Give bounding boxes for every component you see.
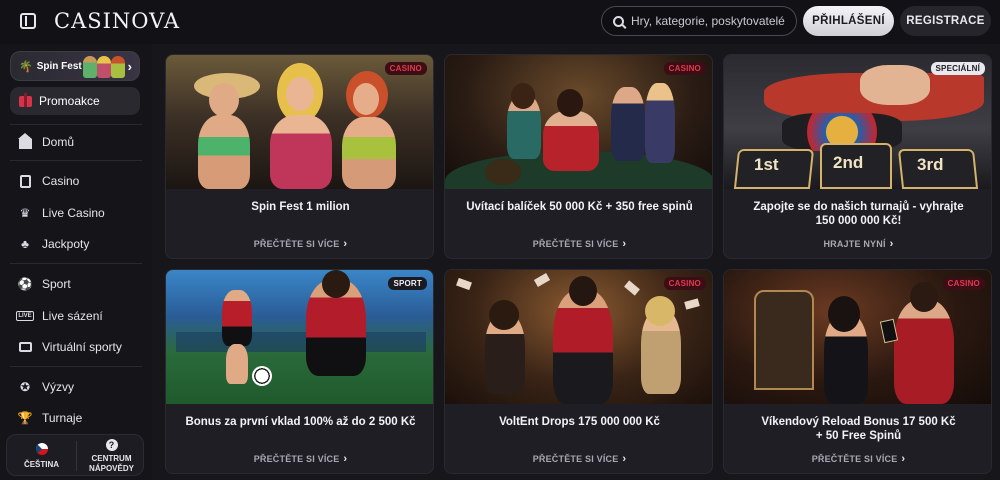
sidebar-item-label: Jackpoty: [42, 237, 90, 251]
promo-title: VoltEnt Drops 175 000 000 Kč: [499, 416, 660, 428]
podium-label: 1st: [754, 155, 779, 174]
register-button[interactable]: REGISTRACE: [900, 6, 991, 36]
sidebar-item-live-casino[interactable]: ♛ Live Casino: [18, 204, 105, 222]
sidebar-item-casino[interactable]: Casino: [18, 172, 79, 190]
banner-characters-image: [81, 54, 127, 78]
sidebar-item-home[interactable]: Domů: [17, 132, 75, 151]
live-icon: LIVE: [16, 311, 34, 321]
read-more-link[interactable]: PŘEČTĚTE SI VÍCE ›: [166, 453, 433, 465]
read-more-link[interactable]: PŘEČTĚTE SI VÍCE ›: [724, 453, 991, 465]
promo-image: [166, 55, 433, 189]
chevron-right-icon: ›: [889, 238, 894, 250]
podium-label: 2nd: [833, 153, 864, 172]
logo[interactable]: CASINOVA: [54, 9, 180, 33]
home-icon: [17, 132, 32, 149]
gift-icon: [19, 92, 32, 107]
divider: [10, 366, 142, 367]
read-more-link[interactable]: PŘEČTĚTE SI VÍCE ›: [445, 453, 712, 465]
category-badge: CASINO: [384, 62, 427, 75]
banner-label: Spin Fest: [36, 60, 82, 72]
sidebar-item-jackpots[interactable]: ♣ Jackpoty: [18, 235, 89, 253]
sidebar-item-tournaments[interactable]: 🏆 Turnaje: [17, 409, 83, 427]
football-icon: ⚽: [17, 277, 33, 291]
slot-icon: [18, 174, 32, 188]
sidebar-item-label: Virtuální sporty: [42, 340, 122, 354]
sidebar-item-label: Výzvy: [42, 380, 75, 394]
promo-title: Zapojte se do našich turnajů - vyhrajte 1…: [753, 201, 964, 227]
sidebar-item-challenges[interactable]: ✪ Výzvy: [18, 378, 74, 396]
live-casino-icon: ♛: [19, 206, 31, 220]
promo-image: [445, 270, 712, 404]
sidebar-item-label: Domů: [42, 135, 75, 149]
read-more-link[interactable]: PŘEČTĚTE SI VÍCE ›: [166, 238, 433, 250]
sidebar-item-label: Live Casino: [42, 206, 105, 220]
promo-card[interactable]: CASINO VoltEnt Drops 175 000 000 Kč PŘEČ…: [444, 269, 713, 474]
sidebar-item-label: Live sázení: [42, 309, 103, 323]
monitor-icon: [18, 340, 32, 354]
promo-image: [166, 270, 433, 404]
login-button[interactable]: PŘIHLÁŠENÍ: [803, 6, 894, 36]
promo-title: Bonus za první vklad 100% až do 2 500 Kč: [185, 416, 416, 428]
sidebar-toggle-icon[interactable]: [20, 13, 36, 29]
help-label: CENTRUM NÁPOVĚDY: [89, 453, 134, 473]
promo-title: Víkendový Reload Bonus 17 500 Kč + 50 Fre…: [761, 416, 956, 442]
sidebar: 🌴 Spin Fest › Promoakce Domů Casino ♛ Li…: [0, 44, 152, 480]
promo-title: Spin Fest 1 milion: [251, 201, 350, 213]
help-icon: ?: [105, 438, 118, 451]
medal-icon: ✪: [19, 380, 31, 394]
promo-image: [445, 55, 712, 189]
promo-image: [724, 270, 991, 404]
promo-image: 1st 2nd 3rd: [724, 55, 991, 189]
chevron-right-icon: ›: [622, 238, 627, 250]
sidebar-item-label: Promoakce: [39, 94, 100, 108]
spin-fest-banner[interactable]: 🌴 Spin Fest ›: [10, 51, 140, 81]
search-input[interactable]: [631, 14, 791, 28]
language-selector[interactable]: ČEŠTINA: [7, 435, 76, 477]
sidebar-item-label: Casino: [42, 174, 80, 188]
promo-card[interactable]: CASINO Uvítací balíček 50 000 Kč + 350 f…: [444, 54, 713, 259]
sidebar-item-virtual-sports[interactable]: Virtuální sporty: [18, 338, 122, 356]
promo-card[interactable]: CASINO Spin Fest 1 milion PŘEČTĚTE SI VÍ…: [165, 54, 434, 259]
podium-label: 3rd: [917, 155, 944, 174]
promo-card[interactable]: CASINO Víkendový Reload Bonus 17 500 Kč +…: [723, 269, 992, 474]
category-badge: SPECIÁLNÍ: [930, 62, 985, 75]
read-more-link[interactable]: PŘEČTĚTE SI VÍCE ›: [445, 238, 712, 250]
sidebar-item-label: Sport: [42, 277, 71, 291]
promo-card[interactable]: 1st 2nd 3rd SPECIÁLNÍ Zapojte se do naši…: [723, 54, 992, 259]
czech-flag-icon: [35, 442, 48, 455]
clover-icon: ♣: [21, 237, 29, 251]
palm-tree-icon: 🌴: [19, 60, 33, 73]
chevron-right-icon: ›: [901, 453, 906, 465]
category-badge: CASINO: [942, 277, 985, 290]
top-bar: CASINOVA PŘIHLÁŠENÍ REGISTRACE: [0, 0, 1000, 44]
language-label: ČEŠTINA: [23, 459, 60, 469]
trophy-icon: 🏆: [17, 411, 33, 425]
play-now-link[interactable]: HRAJTE NYNÍ ›: [724, 238, 991, 250]
category-badge: CASINO: [663, 277, 706, 290]
search-icon: [613, 15, 624, 27]
category-badge: CASINO: [663, 62, 706, 75]
promo-title: Uvítací balíček 50 000 Kč + 350 free spi…: [466, 201, 693, 213]
chevron-right-icon: ›: [127, 59, 132, 74]
divider: [10, 160, 142, 161]
divider: [10, 263, 142, 264]
promo-card[interactable]: SPORT Bonus za první vklad 100% až do 2 …: [165, 269, 434, 474]
category-badge: SPORT: [388, 277, 427, 290]
divider: [10, 124, 142, 125]
help-center-button[interactable]: ? CENTRUM NÁPOVĚDY: [77, 435, 146, 477]
chevron-right-icon: ›: [343, 238, 348, 250]
search-box[interactable]: [601, 6, 797, 36]
sidebar-item-live-betting[interactable]: LIVE Live sázení: [16, 307, 103, 325]
sidebar-item-sport[interactable]: ⚽ Sport: [18, 275, 71, 293]
sidebar-item-label: Turnaje: [42, 411, 83, 425]
chevron-right-icon: ›: [622, 453, 627, 465]
sidebar-footer: ČEŠTINA ? CENTRUM NÁPOVĚDY: [6, 434, 144, 476]
chevron-right-icon: ›: [343, 453, 348, 465]
sidebar-item-promotions[interactable]: Promoakce: [10, 87, 140, 115]
